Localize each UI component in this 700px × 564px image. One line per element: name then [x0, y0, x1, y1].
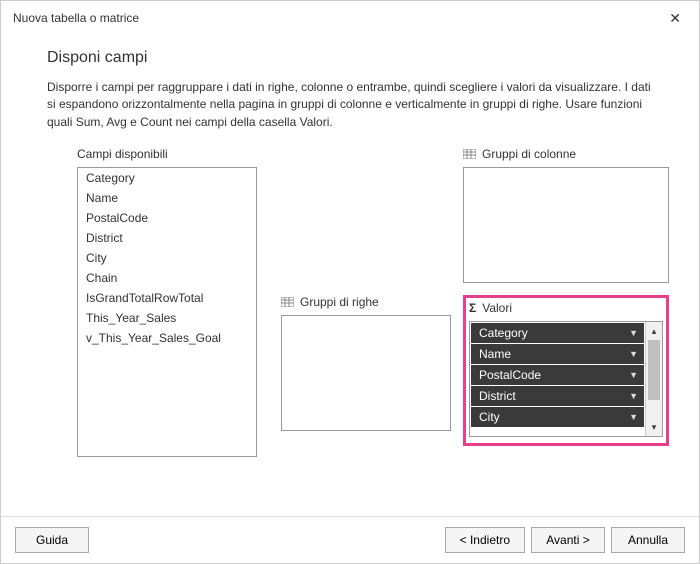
- close-button[interactable]: ✕: [663, 8, 687, 29]
- values-label: Σ Valori: [469, 301, 663, 315]
- scroll-track[interactable]: [646, 340, 662, 418]
- column-groups-dropzone[interactable]: [463, 167, 669, 283]
- column-groups-label: Gruppi di colonne: [463, 147, 669, 161]
- list-item[interactable]: District: [78, 228, 256, 248]
- right-column: Gruppi di colonne Gruppi di righe: [281, 147, 669, 457]
- available-fields-section: Campi disponibili Category Name PostalCo…: [77, 147, 257, 457]
- value-item[interactable]: District▼: [471, 386, 644, 406]
- help-button[interactable]: Guida: [15, 527, 89, 553]
- values-scrollbar[interactable]: ▴ ▾: [645, 322, 662, 436]
- list-item[interactable]: City: [78, 248, 256, 268]
- scroll-thumb[interactable]: [648, 340, 660, 400]
- chevron-down-icon[interactable]: ▼: [629, 370, 638, 380]
- sigma-icon: Σ: [469, 301, 476, 315]
- list-item[interactable]: PostalCode: [78, 208, 256, 228]
- value-item[interactable]: PostalCode▼: [471, 365, 644, 385]
- scroll-down-icon[interactable]: ▾: [646, 418, 662, 436]
- list-item[interactable]: v_This_Year_Sales_Goal: [78, 328, 256, 348]
- page-heading: Disponi campi: [47, 49, 669, 67]
- scroll-up-icon[interactable]: ▴: [646, 322, 662, 340]
- row-groups-label: Gruppi di righe: [281, 295, 451, 309]
- values-highlight: Σ Valori Category▼ Name▼ PostalCode▼ Dis…: [463, 295, 669, 446]
- value-item[interactable]: City▼: [471, 407, 644, 427]
- dialog-footer: Guida < Indietro Avanti > Annulla: [1, 516, 699, 563]
- chevron-down-icon[interactable]: ▼: [629, 391, 638, 401]
- list-item[interactable]: Name: [78, 188, 256, 208]
- row-groups-dropzone[interactable]: [281, 315, 451, 431]
- chevron-down-icon[interactable]: ▼: [629, 412, 638, 422]
- value-item[interactable]: Name▼: [471, 344, 644, 364]
- column-groups-text: Gruppi di colonne: [482, 147, 576, 161]
- list-item[interactable]: Chain: [78, 268, 256, 288]
- content-area: Disponi campi Disporre i campi per raggr…: [1, 35, 699, 516]
- back-button[interactable]: < Indietro: [445, 527, 525, 553]
- table-icon: [281, 297, 294, 307]
- column-groups-section: Gruppi di colonne: [463, 147, 669, 283]
- window-title: Nuova tabella o matrice: [13, 11, 139, 25]
- close-icon: ✕: [669, 10, 681, 26]
- row-values-row: Gruppi di righe Σ Valori Category▼: [281, 295, 669, 446]
- values-section: Σ Valori Category▼ Name▼ PostalCode▼ Dis…: [463, 295, 669, 446]
- page-description: Disporre i campi per raggruppare i dati …: [47, 79, 653, 131]
- row-groups-text: Gruppi di righe: [300, 295, 379, 309]
- values-text: Valori: [482, 301, 512, 315]
- cancel-button[interactable]: Annulla: [611, 527, 685, 553]
- fields-layout: Campi disponibili Category Name PostalCo…: [77, 147, 669, 457]
- next-button[interactable]: Avanti >: [531, 527, 605, 553]
- available-fields-label: Campi disponibili: [77, 147, 257, 161]
- column-groups-row: Gruppi di colonne: [281, 147, 669, 283]
- list-item[interactable]: This_Year_Sales: [78, 308, 256, 328]
- chevron-down-icon[interactable]: ▼: [629, 349, 638, 359]
- value-item[interactable]: Category▼: [471, 323, 644, 343]
- footer-right: < Indietro Avanti > Annulla: [445, 527, 685, 553]
- chevron-down-icon[interactable]: ▼: [629, 328, 638, 338]
- title-bar: Nuova tabella o matrice ✕: [1, 1, 699, 35]
- values-dropzone[interactable]: Category▼ Name▼ PostalCode▼ District▼ Ci…: [469, 321, 663, 437]
- list-item[interactable]: Category: [78, 168, 256, 188]
- values-list: Category▼ Name▼ PostalCode▼ District▼ Ci…: [470, 322, 645, 436]
- table-icon: [463, 149, 476, 159]
- list-item[interactable]: IsGrandTotalRowTotal: [78, 288, 256, 308]
- row-groups-section: Gruppi di righe: [281, 295, 451, 446]
- available-fields-listbox[interactable]: Category Name PostalCode District City C…: [77, 167, 257, 457]
